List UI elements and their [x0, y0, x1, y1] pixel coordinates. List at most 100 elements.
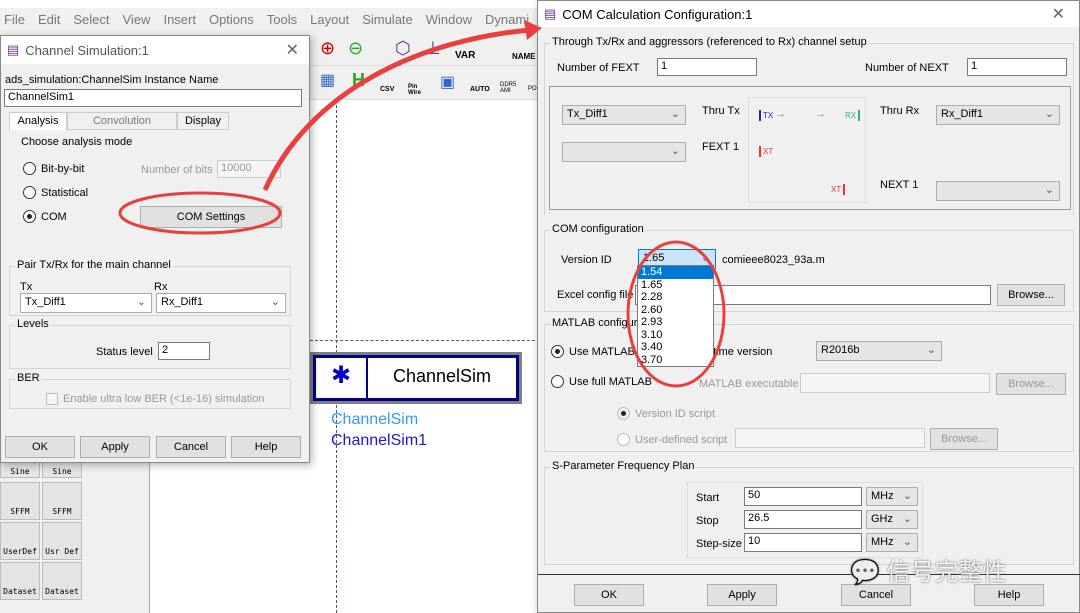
instance-name-input[interactable]: ChannelSim1 [4, 89, 302, 107]
matlab-exe-browse-button[interactable]: Browse... [996, 373, 1066, 395]
block-icon[interactable]: ▣ [440, 72, 455, 92]
fext1-select[interactable]: ⌄ [562, 142, 686, 162]
tx-select[interactable]: Tx_Diff1 ⌄ [20, 293, 152, 313]
var-icon[interactable]: VAR [455, 50, 475, 61]
apply-button[interactable]: Apply [707, 584, 777, 606]
runtime-version-select[interactable]: R2016b ⌄ [816, 341, 942, 361]
option-2-60[interactable]: 2.60 [638, 304, 713, 317]
h-icon[interactable]: H [352, 70, 365, 91]
matlab-exe-input[interactable] [800, 373, 990, 393]
tab-analysis[interactable]: Analysis [9, 112, 67, 130]
menu-tools[interactable]: Tools [263, 12, 306, 32]
ground-icon[interactable]: ⊥ [425, 38, 441, 59]
zoom-out-icon[interactable]: ⊖ [348, 38, 363, 59]
option-2-28[interactable]: 2.28 [638, 291, 713, 304]
radio-user-script[interactable]: User-defined script [617, 433, 727, 446]
instance-type: ChannelSim [331, 411, 419, 428]
option-3-70[interactable]: 3.70 [638, 354, 713, 367]
ok-button[interactable]: OK [574, 584, 644, 606]
chevron-down-icon: ⌄ [1044, 108, 1054, 120]
chevron-down-icon: ⌄ [270, 296, 280, 308]
menu-bar: File Edit Select View Insert Options Too… [0, 12, 538, 32]
palette-dataset-i[interactable]: Dataset [42, 562, 82, 600]
menu-options[interactable]: Options [205, 12, 263, 32]
zoom-in-icon[interactable]: ⊕ [320, 38, 335, 59]
step-unit-select[interactable]: MHz ⌄ [866, 533, 918, 552]
menu-dynamic[interactable]: Dynami [481, 12, 538, 32]
help-button[interactable]: Help [974, 584, 1044, 606]
thru-tx-label: Thru Tx [702, 105, 740, 117]
channel-simulation-dialog: ▤ Channel Simulation:1 ✕ ads_simulation:… [0, 35, 310, 463]
excel-browse-button[interactable]: Browse... [997, 284, 1065, 306]
menu-window[interactable]: Window [422, 12, 481, 32]
analysis-mode-group: Choose analysis mode Bit-by-bit Statisti… [13, 136, 291, 257]
step-size-input[interactable]: 10 [744, 533, 862, 552]
ultra-low-ber-checkbox[interactable]: Enable ultra low BER (<1e-16) simulation [46, 393, 264, 405]
port-icon[interactable]: ⬡ [395, 38, 411, 59]
stop-unit-select[interactable]: GHz ⌄ [866, 510, 918, 529]
fext-count-input[interactable]: 1 [657, 58, 757, 76]
tab-display[interactable]: Display [177, 112, 229, 130]
close-icon[interactable]: ✕ [286, 40, 299, 60]
auto-icon[interactable]: AUTO [470, 86, 490, 93]
help-button[interactable]: Help [231, 436, 301, 458]
close-icon[interactable]: ✕ [1052, 4, 1065, 24]
num-bits-input[interactable]: 10000 [217, 160, 281, 178]
start-input[interactable]: 50 [744, 487, 862, 506]
option-3-10[interactable]: 3.10 [638, 329, 713, 342]
user-script-browse-button[interactable]: Browse... [930, 428, 998, 450]
radio-com[interactable]: COM [23, 210, 67, 223]
user-script-input[interactable] [735, 428, 925, 448]
thru-rx-select[interactable]: Rx_Diff1 ⌄ [936, 105, 1060, 125]
option-2-93[interactable]: 2.93 [638, 316, 713, 329]
thru-rx-label: Thru Rx [880, 105, 920, 117]
apply-button[interactable]: Apply [80, 436, 150, 458]
thru-tx-select[interactable]: Tx_Diff1 ⌄ [562, 105, 686, 125]
radio-version-id-script[interactable]: Version ID script [617, 407, 715, 420]
cancel-button[interactable]: Cancel [156, 436, 226, 458]
rx-icon: RX [843, 110, 861, 121]
channelsim-component[interactable]: ✱ ChannelSim [310, 352, 522, 404]
option-3-40[interactable]: 3.40 [638, 341, 713, 354]
com-settings-button[interactable]: COM Settings [140, 206, 282, 228]
app-icon: ▤ [544, 6, 557, 21]
palette-dataset[interactable]: Dataset [0, 562, 40, 600]
menu-edit[interactable]: Edit [34, 12, 69, 32]
fext1-label: FEXT 1 [702, 141, 740, 153]
next1-select[interactable]: ⌄ [936, 181, 1060, 201]
menu-file[interactable]: File [0, 12, 34, 32]
po-icon[interactable]: PO [528, 86, 537, 92]
csv-icon[interactable]: CSV [380, 86, 394, 93]
group-label: COM configuration [550, 223, 646, 235]
ddr5-ami-icon[interactable]: DDR5 AMI [500, 82, 520, 94]
tab-convolution[interactable]: Convolution [67, 112, 177, 130]
menu-simulate[interactable]: Simulate [358, 12, 422, 32]
group-label: Levels [15, 318, 51, 330]
start-unit-select[interactable]: MHz ⌄ [866, 487, 918, 506]
option-1-54[interactable]: 1.54 [638, 266, 713, 279]
dialog-title: Channel Simulation:1 [25, 42, 149, 58]
stop-input[interactable]: 26.5 [744, 510, 862, 529]
palette-userdef[interactable]: UserDef [0, 522, 40, 560]
radio-statistical[interactable]: Statistical [23, 186, 88, 199]
menu-insert[interactable]: Insert [159, 12, 205, 32]
eye-diagram-icon[interactable]: ▦ [320, 70, 335, 90]
pin-wire-icon[interactable]: Pin Wire [408, 84, 428, 96]
cancel-button[interactable]: Cancel [841, 584, 911, 606]
option-1-65[interactable]: 1.65 [638, 279, 713, 292]
version-id-dropdown-list[interactable]: 1.54 1.65 2.28 2.60 2.93 3.10 3.40 3.70 [637, 265, 714, 367]
menu-layout[interactable]: Layout [306, 12, 358, 32]
radio-bit-by-bit[interactable]: Bit-by-bit [23, 162, 84, 175]
palette-sffm[interactable]: SFFM [0, 482, 40, 520]
status-level-input[interactable]: 2 [158, 342, 210, 360]
menu-view[interactable]: View [119, 12, 160, 32]
radio-full-matlab[interactable]: Use full MATLAB [551, 375, 652, 388]
palette-usrdef-i[interactable]: Usr Def [42, 522, 82, 560]
name-icon[interactable]: NAME [512, 52, 536, 61]
menu-select[interactable]: Select [69, 12, 118, 32]
palette-sffm-i[interactable]: SFFM [42, 482, 82, 520]
next-count-input[interactable]: 1 [967, 58, 1067, 76]
component-label: ChannelSim [368, 358, 516, 398]
rx-select[interactable]: Rx_Diff1 ⌄ [156, 293, 286, 313]
ok-button[interactable]: OK [5, 436, 75, 458]
